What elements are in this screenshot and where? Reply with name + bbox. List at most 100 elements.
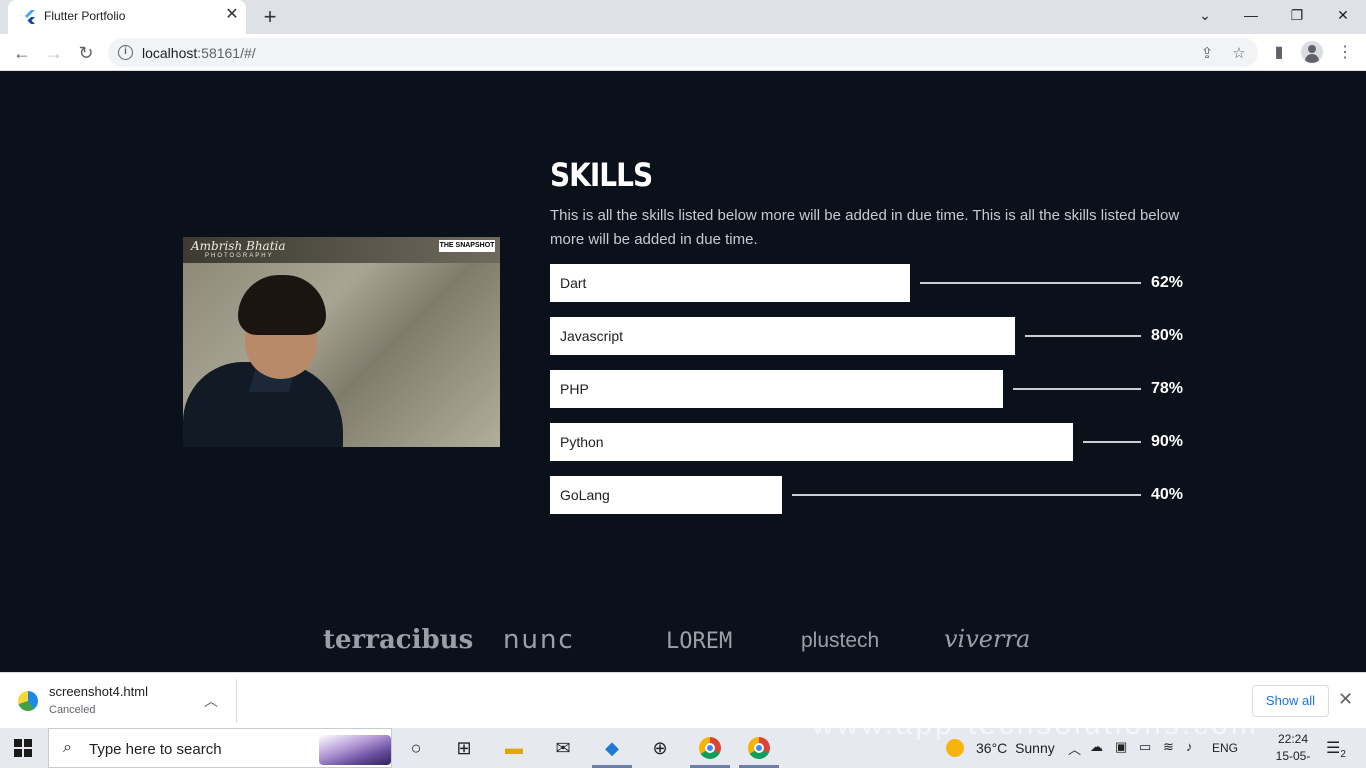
brand-logos: terracibus nunc LOREM plustech viverra <box>0 619 1366 664</box>
chrome-icon[interactable] <box>696 734 724 762</box>
reload-icon[interactable]: ↻ <box>73 40 99 66</box>
share-icon[interactable]: ⇪ <box>1198 44 1216 62</box>
skill-name: Dart <box>560 275 587 291</box>
side-panel-icon[interactable]: ▮ <box>1268 42 1290 64</box>
profile-avatar[interactable] <box>1301 41 1323 63</box>
download-status: Canceled <box>49 704 96 716</box>
back-icon[interactable]: ← <box>9 40 35 66</box>
edge-file-icon <box>18 691 38 711</box>
forward-icon[interactable]: → <box>41 40 67 66</box>
photo-signature: Ambrish Bhatia <box>191 239 286 253</box>
skill-bar: PHP <box>550 370 1003 408</box>
profile-photo: Ambrish Bhatia PHOTOGRAPHY THE SNAPSHOT <box>183 237 500 447</box>
url-host: localhost <box>142 45 198 61</box>
search-placeholder: Type here to search <box>89 741 222 758</box>
download-file-name[interactable]: screenshot4.html <box>49 684 148 699</box>
language-indicator[interactable]: ENG <box>1212 741 1238 755</box>
skill-name: Javascript <box>560 328 624 344</box>
volume-icon[interactable]: ♪ <box>1186 739 1193 754</box>
skill-connector-line <box>920 282 1141 284</box>
skill-row: Dart 62% <box>550 264 1184 302</box>
skill-row: GoLang 40% <box>550 476 1184 514</box>
skill-percent: 62% <box>1151 274 1184 291</box>
magnifier-icon[interactable]: ⊕ <box>646 734 674 762</box>
url-path: :58161/#/ <box>197 45 256 61</box>
person-figure <box>183 267 343 447</box>
skill-percent: 40% <box>1151 486 1184 503</box>
task-view-icon[interactable]: ⊞ <box>450 734 478 762</box>
browser-toolbar: ← → ↻ i localhost:58161/#/ ⇪ ☆ ▮ ⋮ <box>0 34 1366 71</box>
search-highlight-image <box>319 735 391 765</box>
taskbar-search-box[interactable]: ⌕ Type here to search <box>48 728 392 768</box>
windows-start-icon[interactable] <box>14 739 32 757</box>
window-close-button[interactable]: ✕ <box>1320 0 1366 30</box>
search-icon: ⌕ <box>63 739 72 756</box>
weather-temp: 36°C <box>976 740 1008 756</box>
tray-chevron-icon[interactable]: ︿ <box>1068 739 1081 758</box>
skill-row: Javascript 80% <box>550 317 1184 355</box>
show-all-button[interactable]: Show all <box>1252 685 1329 717</box>
restore-button[interactable]: ❐ <box>1274 0 1320 30</box>
weather-widget[interactable]: 36°C Sunny <box>976 740 1055 756</box>
tab-search-chevron-icon[interactable]: ⌄ <box>1182 0 1228 30</box>
portfolio-page: Ambrish Bhatia PHOTOGRAPHY THE SNAPSHOT … <box>0 71 1366 672</box>
skill-bar: Javascript <box>550 317 1015 355</box>
windows-taskbar: www.app-techsolutions.com ⌕ Type here to… <box>0 708 1366 768</box>
address-bar[interactable]: i localhost:58161/#/ ⇪ ☆ <box>108 38 1258 67</box>
system-clock[interactable]: 22:24 15-05-2022 <box>1264 731 1322 768</box>
onedrive-icon[interactable]: ☁ <box>1090 739 1103 755</box>
tab-title: Flutter Portfolio <box>44 9 126 23</box>
bookmark-star-icon[interactable]: ☆ <box>1230 44 1248 62</box>
menu-kebab-icon[interactable]: ⋮ <box>1334 42 1356 64</box>
brand-logo: viverra <box>944 625 1031 653</box>
tab-close-icon[interactable]: ✕ <box>224 7 240 23</box>
sun-icon[interactable] <box>946 739 964 757</box>
flutter-icon <box>25 10 35 24</box>
skill-bar: Python <box>550 423 1073 461</box>
meet-now-icon[interactable]: ▣ <box>1115 739 1127 755</box>
vscode-icon[interactable]: ◆ <box>598 734 626 762</box>
skill-connector-line <box>1013 388 1141 390</box>
file-explorer-icon[interactable]: ▬ <box>500 734 528 762</box>
site-info-icon[interactable]: i <box>118 45 133 60</box>
mail-icon[interactable]: ✉ <box>549 734 577 762</box>
notification-icon[interactable]: ☰2 <box>1326 738 1346 760</box>
weather-desc: Sunny <box>1015 740 1055 756</box>
clock-time: 22:24 <box>1277 732 1309 746</box>
chrome-icon-2[interactable] <box>745 734 773 762</box>
skill-bar: GoLang <box>550 476 782 514</box>
cortana-icon[interactable]: ○ <box>402 734 430 762</box>
skills-heading: SKILLS <box>550 156 653 194</box>
person-hair <box>238 275 326 335</box>
clock-date: 15-05-2022 <box>1275 749 1311 768</box>
skills-description: This is all the skills listed below more… <box>550 207 1180 248</box>
skill-name: PHP <box>560 381 589 397</box>
url-text[interactable]: localhost:58161/#/ <box>142 45 256 61</box>
notification-count: 2 <box>1340 749 1346 761</box>
skill-connector-line <box>1025 335 1141 337</box>
skill-percent: 80% <box>1151 327 1184 344</box>
download-divider <box>236 679 237 723</box>
skill-name: Python <box>560 434 604 450</box>
download-bar-close-icon[interactable]: ✕ <box>1338 689 1353 710</box>
wifi-icon[interactable]: ≋ <box>1163 739 1174 755</box>
download-options-chevron-icon[interactable]: ︿ <box>204 691 218 711</box>
new-tab-button[interactable]: + <box>260 4 280 30</box>
browser-tab-strip: Flutter Portfolio ✕ + ⌄ — ❐ ✕ <box>0 0 1366 34</box>
browser-tab[interactable]: Flutter Portfolio ✕ <box>8 0 246 34</box>
skill-percent: 78% <box>1151 380 1184 397</box>
photo-badge: THE SNAPSHOT <box>439 240 495 252</box>
photo-subtitle: PHOTOGRAPHY <box>205 253 274 259</box>
skill-bar: Dart <box>550 264 910 302</box>
skill-connector-line <box>792 494 1141 496</box>
skill-row: PHP 78% <box>550 370 1184 408</box>
skill-percent: 90% <box>1151 433 1184 450</box>
brand-logo: LOREM <box>666 629 733 654</box>
skill-row: Python 90% <box>550 423 1184 461</box>
battery-icon[interactable]: ▭ <box>1139 739 1151 755</box>
brand-logo: terracibus <box>323 625 474 655</box>
watermark: www.app-techsolutions.com <box>812 708 1259 741</box>
brand-logo: nunc <box>503 625 575 655</box>
minimize-button[interactable]: — <box>1228 0 1274 30</box>
skill-connector-line <box>1083 441 1141 443</box>
